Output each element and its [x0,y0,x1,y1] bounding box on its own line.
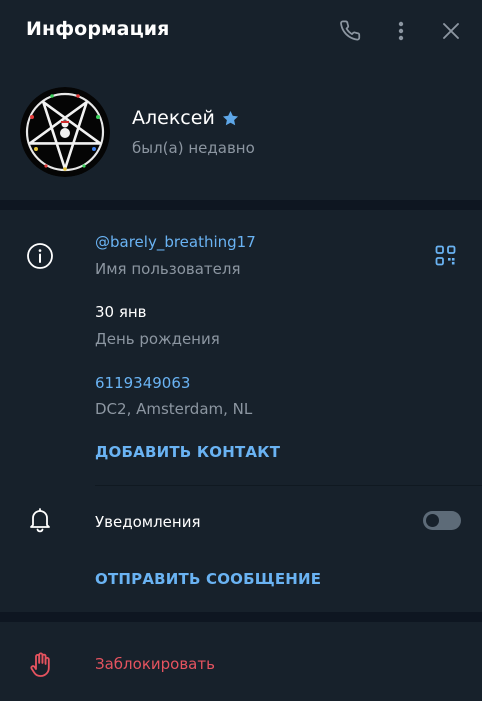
header-bar: Информация [0,0,482,62]
profile-name: Алексей [132,107,215,129]
hand-icon [30,652,50,677]
profile-section: Алексей был(а) недавно [0,62,482,200]
phone-icon [340,20,361,41]
birthday-value: 30 янв [95,303,147,321]
close-icon [443,23,459,39]
block-button[interactable]: Заблокировать [95,655,215,673]
birthday-label: День рождения [95,330,220,348]
more-button[interactable] [386,16,416,46]
qr-code-icon[interactable] [435,245,456,266]
section-divider [0,200,482,210]
star-icon [222,110,238,125]
page-title: Информация [26,18,170,40]
user-id-value[interactable]: 6119349063 [95,374,190,392]
datacenter-label: DC2, Amsterdam, NL [95,400,253,418]
username-value[interactable]: @barely_breathing17 [95,233,256,251]
call-button[interactable] [336,16,366,46]
profile-status: был(а) недавно [132,139,255,157]
notifications-label: Уведомления [95,513,201,531]
bell-icon [30,508,50,533]
avatar[interactable] [20,87,110,177]
notifications-toggle[interactable] [423,511,461,530]
profile-name-row: Алексей [132,107,240,129]
row-separator [95,485,482,486]
toggle-knob [426,514,439,527]
username-label: Имя пользователя [95,260,241,278]
add-contact-button[interactable]: ДОБАВИТЬ КОНТАКТ [95,443,280,461]
info-icon [27,243,53,269]
send-message-button[interactable]: ОТПРАВИТЬ СООБЩЕНИЕ [95,570,321,588]
more-vertical-icon [398,21,404,41]
section-divider [0,612,482,622]
close-button[interactable] [436,16,466,46]
